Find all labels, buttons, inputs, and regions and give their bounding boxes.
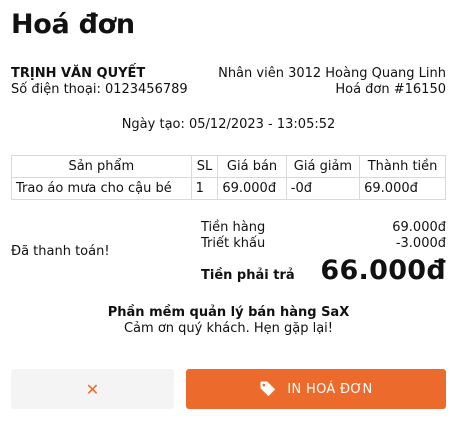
total-value: 66.000đ: [320, 255, 446, 286]
total-label: Tiền phải trả: [201, 268, 295, 283]
subtotal-value: 69.000đ: [392, 220, 446, 235]
subtotal-label: Tiền hàng: [201, 220, 266, 235]
col-amount: Thành tiền: [359, 155, 446, 178]
col-product: Sản phẩm: [11, 155, 192, 178]
discount-label: Triết khấu: [201, 236, 266, 251]
cell-price: 69.000đ: [217, 177, 287, 200]
print-button-label: IN HOÁ ĐƠN: [287, 381, 373, 397]
receipt-footer: Phần mềm quản lý bán hàng SaX Cảm ơn quý…: [0, 305, 457, 337]
discount-value: -3.000đ: [395, 236, 446, 251]
customer-name: TRỊNH VĂN QUYẾT: [11, 66, 146, 81]
total-row: Tiền phải trả 66.000đ: [201, 255, 446, 286]
col-quantity: SL: [190, 155, 219, 178]
tag-icon: [259, 380, 277, 398]
page-title: Hoá đơn: [11, 9, 135, 40]
footer-brand: Phần mềm quản lý bán hàng SaX: [107, 305, 350, 320]
cell-amount: 69.000đ: [359, 177, 446, 200]
staff-name: Nhân viên 3012 Hoàng Quang Linh: [218, 66, 446, 81]
invoice-number: Hoá đơn #16150: [335, 82, 446, 97]
cell-quantity: 1: [190, 177, 219, 200]
table-row: Trao áo mưa cho cậu bé 1 69.000đ -0đ 69.…: [11, 177, 446, 200]
close-button[interactable]: ✕: [11, 369, 174, 409]
customer-phone: Số điện thoại: 0123456789: [11, 82, 188, 97]
invoice-info: Nhân viên 3012 Hoàng Quang Linh Hoá đơn …: [218, 66, 446, 98]
print-invoice-button[interactable]: IN HOÁ ĐƠN: [186, 369, 446, 409]
close-icon: ✕: [85, 379, 100, 399]
items-table: Sản phẩm SL Giá bán Giá giảm Thành tiền …: [11, 155, 446, 200]
col-discount: Giá giảm: [285, 155, 361, 178]
customer-info: TRỊNH VĂN QUYẾT Số điện thoại: 012345678…: [11, 66, 188, 98]
footer-thanks: Cảm ơn quý khách. Hẹn gặp lại!: [123, 321, 333, 336]
discount-row: Triết khấu -3.000đ: [201, 236, 446, 251]
cell-discount: -0đ: [285, 177, 361, 200]
cell-product: Trao áo mưa cho cậu bé: [11, 177, 192, 200]
subtotal-row: Tiền hàng 69.000đ: [201, 220, 446, 235]
col-price: Giá bán: [217, 155, 287, 178]
table-header-row: Sản phẩm SL Giá bán Giá giảm Thành tiền: [11, 155, 446, 178]
created-date: Ngày tạo: 05/12/2023 - 13:05:52: [121, 117, 336, 132]
payment-status: Đã thanh toán!: [11, 244, 110, 259]
